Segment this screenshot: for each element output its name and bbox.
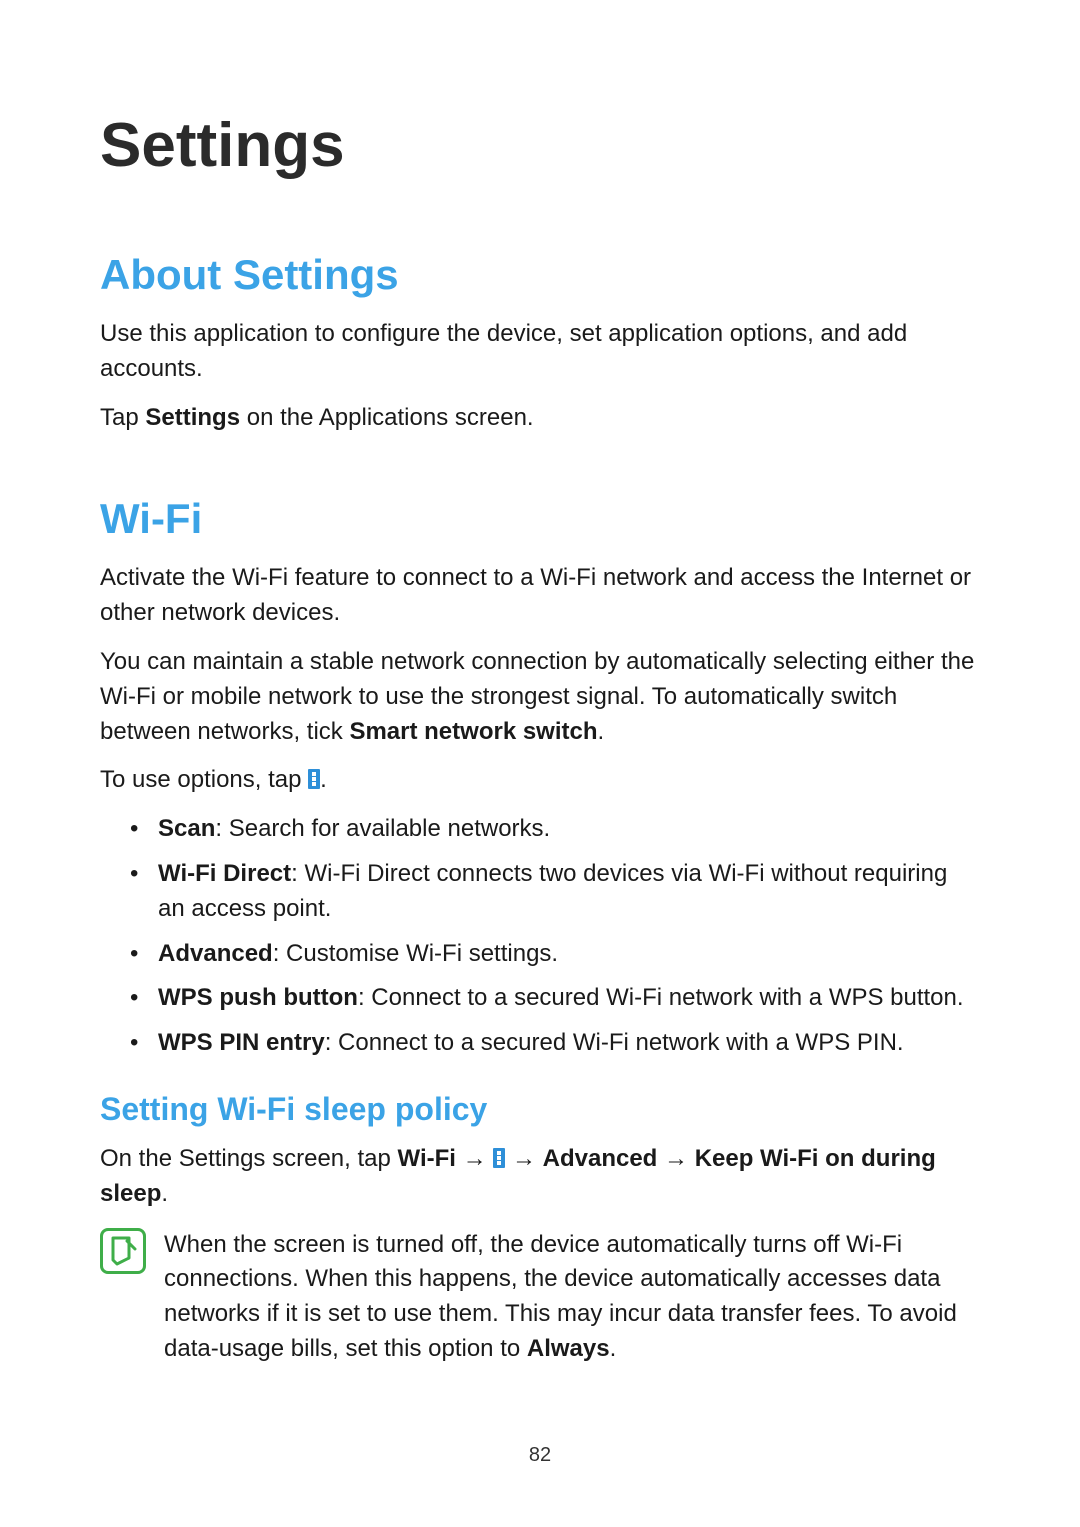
arrow: →: [505, 1145, 542, 1172]
option-label: Advanced: [158, 940, 273, 967]
option-label: WPS PIN entry: [158, 1029, 325, 1056]
about-para-2: Tap Settings on the Applications screen.: [100, 401, 980, 436]
section-heading-wifi: Wi-Fi: [100, 495, 980, 543]
note-icon: [100, 1228, 146, 1274]
list-item: WPS push button: Connect to a secured Wi…: [130, 981, 980, 1016]
option-desc: : Connect to a secured Wi-Fi network wit…: [325, 1029, 904, 1056]
text: To use options, tap: [100, 766, 308, 793]
page-title: Settings: [100, 110, 980, 181]
text: On the Settings screen, tap: [100, 1145, 398, 1172]
text: .: [320, 766, 327, 793]
wifi-options-list: Scan: Search for available networks. Wi-…: [100, 812, 980, 1061]
section-heading-about: About Settings: [100, 251, 980, 299]
list-item: Scan: Search for available networks.: [130, 812, 980, 847]
option-label: Scan: [158, 815, 215, 842]
bold-text: Advanced: [543, 1145, 658, 1172]
arrow: →: [657, 1145, 694, 1172]
bold-text: Settings: [145, 404, 240, 431]
sleep-nav-para: On the Settings screen, tap Wi-Fi → → Ad…: [100, 1142, 980, 1212]
page-content: Settings About Settings Use this applica…: [0, 0, 1080, 1367]
text: Tap: [100, 404, 145, 431]
text: .: [610, 1335, 617, 1362]
option-label: WPS push button: [158, 984, 358, 1011]
wifi-para-1: Activate the Wi-Fi feature to connect to…: [100, 561, 980, 631]
subsection-heading-sleep-policy: Setting Wi-Fi sleep policy: [100, 1091, 980, 1128]
more-options-icon: [493, 1148, 505, 1168]
option-desc: : Connect to a secured Wi-Fi network wit…: [358, 984, 964, 1011]
list-item: Advanced: Customise Wi-Fi settings.: [130, 937, 980, 972]
option-desc: : Search for available networks.: [215, 815, 550, 842]
note-text: When the screen is turned off, the devic…: [164, 1228, 980, 1367]
option-desc: : Customise Wi-Fi settings.: [273, 940, 558, 967]
wifi-para-3: To use options, tap .: [100, 763, 980, 798]
more-options-icon: [308, 769, 320, 789]
bold-text: Always: [527, 1335, 610, 1362]
list-item: Wi-Fi Direct: Wi-Fi Direct connects two …: [130, 857, 980, 927]
option-label: Wi-Fi Direct: [158, 860, 291, 887]
text: on the Applications screen.: [240, 404, 534, 431]
page-number: 82: [0, 1444, 1080, 1467]
list-item: WPS PIN entry: Connect to a secured Wi-F…: [130, 1026, 980, 1061]
bold-text: Wi-Fi: [398, 1145, 456, 1172]
arrow: →: [456, 1145, 493, 1172]
text: .: [161, 1180, 168, 1207]
note-block: When the screen is turned off, the devic…: [100, 1228, 980, 1367]
about-para-1: Use this application to configure the de…: [100, 317, 980, 387]
wifi-para-2: You can maintain a stable network connec…: [100, 645, 980, 749]
text: .: [598, 718, 605, 745]
bold-text: Smart network switch: [349, 718, 597, 745]
